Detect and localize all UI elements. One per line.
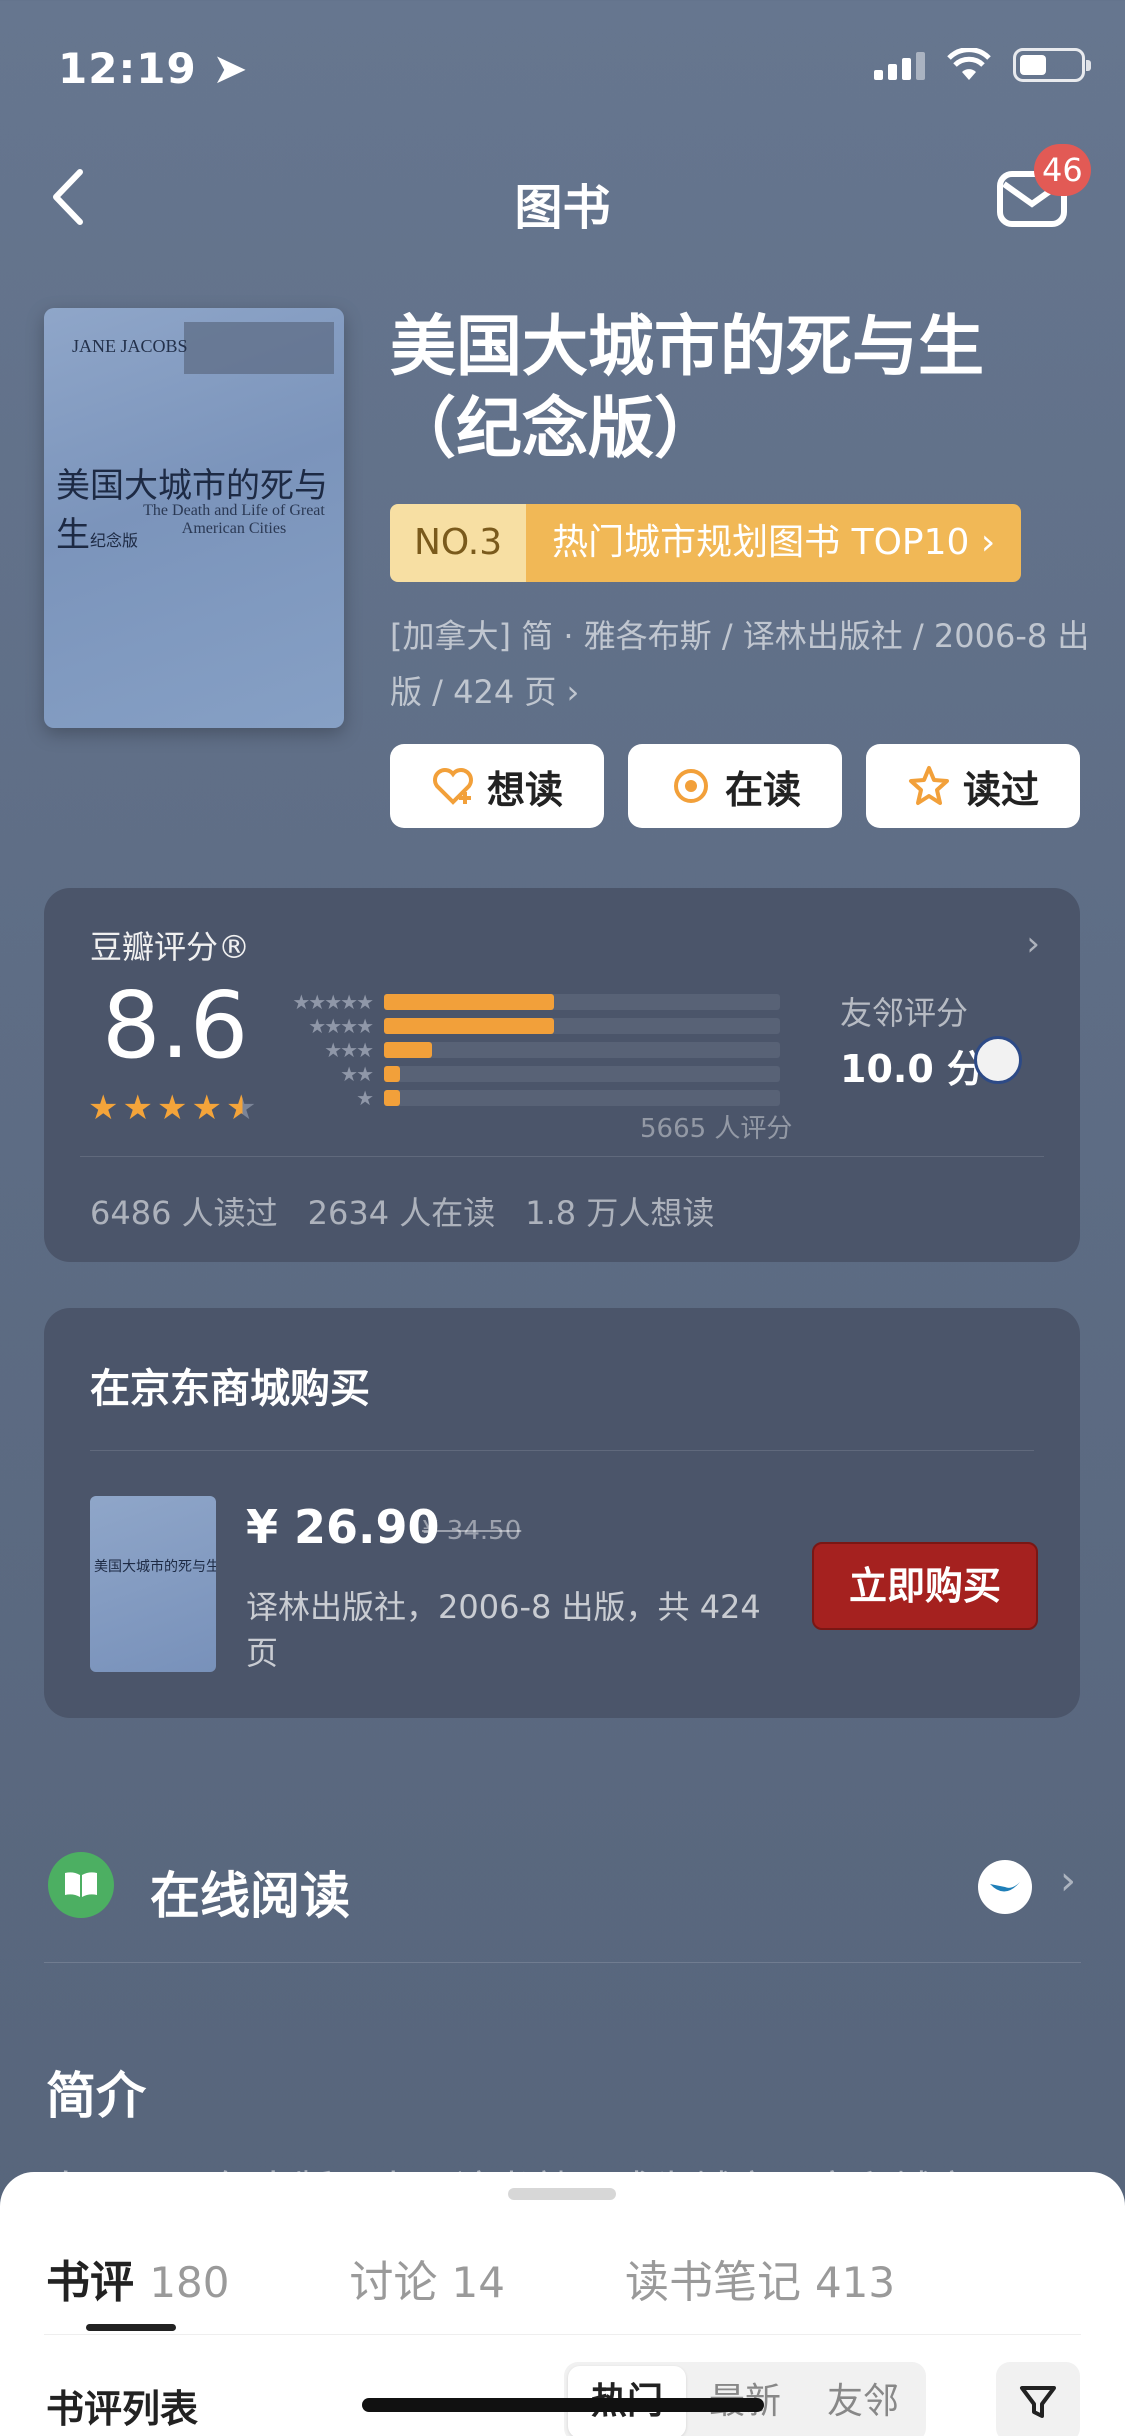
book-meta[interactable]: [加拿大] 简 · 雅各布斯 / 译林出版社 / 2006-8 出版 / 424… xyxy=(390,608,1090,720)
reading-target-icon xyxy=(673,769,708,803)
heart-plus-icon xyxy=(433,768,473,805)
book-title: 美国大城市的死与生（纪念版） xyxy=(390,308,984,467)
rating-count: 5665 人评分 xyxy=(640,1114,793,1144)
rating-label: 豆瓣评分® xyxy=(90,928,251,966)
rating-bar-4: ★★★★ xyxy=(280,1014,800,1038)
ranking-banner[interactable]: NO.3 热门城市规划图书 TOP10 › xyxy=(390,504,1022,582)
review-tabs: 书评 180 讨论 14 读书笔记 413 xyxy=(46,2246,895,2310)
want-to-read-button[interactable]: 想读 xyxy=(390,744,604,828)
open-book-icon xyxy=(48,1852,114,1918)
star-icon xyxy=(908,766,949,805)
reading-button[interactable]: 在读 xyxy=(628,744,842,828)
price: ¥ 26.90 xyxy=(246,1500,440,1554)
rating-score: 8.6 xyxy=(102,972,249,1079)
reader-stats: 6486 人读过 2634 人在读 1.8 万人想读 xyxy=(90,1194,715,1232)
reading-actions: 想读 在读 读过 xyxy=(390,744,1080,828)
status-time: 12:19 ➤ xyxy=(58,44,249,93)
sort-friends[interactable]: 友邻 xyxy=(804,2366,922,2436)
read-button[interactable]: 读过 xyxy=(866,744,1080,828)
filter-icon[interactable] xyxy=(996,2362,1080,2436)
rating-card[interactable]: 豆瓣评分® › 8.6 ★ ★ ★ ★ ★ ★★★★★ ★★★★ ★★★ ★★ ★ 56… xyxy=(44,888,1080,1262)
page-title: 图书 xyxy=(514,180,611,236)
star-icon: ★ xyxy=(88,1088,119,1128)
buy-meta: 译林出版社，2006-8 出版，共 424 页 xyxy=(246,1588,761,1672)
status-icons xyxy=(874,48,1091,82)
neighbor-rating-score: 10.0 分 xyxy=(840,1047,985,1091)
rating-bar-5: ★★★★★ xyxy=(280,990,800,1014)
star-icon: ★ xyxy=(156,1088,188,1128)
original-price: ¥ 34.50 xyxy=(422,1516,522,1546)
online-reading-row[interactable]: 在线阅读 xyxy=(150,1856,350,1928)
tab-reviews[interactable]: 书评 180 xyxy=(46,2246,230,2310)
drag-handle[interactable] xyxy=(508,2188,616,2200)
cellular-signal-icon xyxy=(874,50,925,80)
tab-discussions[interactable]: 讨论 14 xyxy=(350,2246,505,2310)
buy-title: 在京东商城购买 xyxy=(90,1366,370,1412)
review-list-label: 书评列表 xyxy=(46,2387,199,2431)
active-tab-indicator xyxy=(86,2324,176,2331)
battery-icon xyxy=(1013,48,1091,82)
chevron-right-icon: › xyxy=(1026,924,1040,964)
rating-bar-2: ★★ xyxy=(280,1062,800,1086)
star-icon: ★ xyxy=(191,1088,222,1128)
divider xyxy=(44,1962,1081,1963)
rating-bar-3: ★★★ xyxy=(280,1038,800,1062)
star-icon: ★ xyxy=(122,1088,153,1128)
location-arrow-icon: ➤ xyxy=(212,44,249,93)
reader-app-logo-icon xyxy=(978,1860,1032,1914)
rating-stars: ★ ★ ★ ★ ★ xyxy=(88,1088,256,1128)
rating-bar-1: ★ xyxy=(280,1086,800,1110)
avatar xyxy=(974,1036,1022,1084)
intro-title: 简介 xyxy=(46,2067,146,2125)
neighbor-rating-label: 友邻评分 xyxy=(840,994,969,1032)
buy-card: 在京东商城购买 美国大城市的死与生 ¥ 26.90 ¥ 34.50 译林出版社，… xyxy=(44,1308,1080,1718)
wifi-icon xyxy=(947,48,991,80)
notification-badge: 46 xyxy=(1034,144,1091,196)
reviews-sheet: 书评 180 讨论 14 读书笔记 413 书评列表 热门 最新 友邻 xyxy=(0,2172,1125,2436)
book-thumbnail: 美国大城市的死与生 xyxy=(90,1496,216,1672)
divider xyxy=(44,2334,1081,2335)
half-star-icon: ★ xyxy=(225,1088,257,1128)
chevron-right-icon: › xyxy=(1060,1858,1076,1904)
rating-distribution: ★★★★★ ★★★★ ★★★ ★★ ★ xyxy=(280,990,800,1110)
home-indicator xyxy=(362,2398,764,2412)
buy-now-button[interactable]: 立即购买 xyxy=(812,1542,1038,1630)
book-cover[interactable]: JANE JACOBS 美国大城市的死与生纪念版 The Death and L… xyxy=(44,308,344,728)
divider xyxy=(90,1450,1034,1451)
tab-notes[interactable]: 读书笔记 413 xyxy=(625,2246,895,2310)
divider xyxy=(80,1156,1044,1157)
